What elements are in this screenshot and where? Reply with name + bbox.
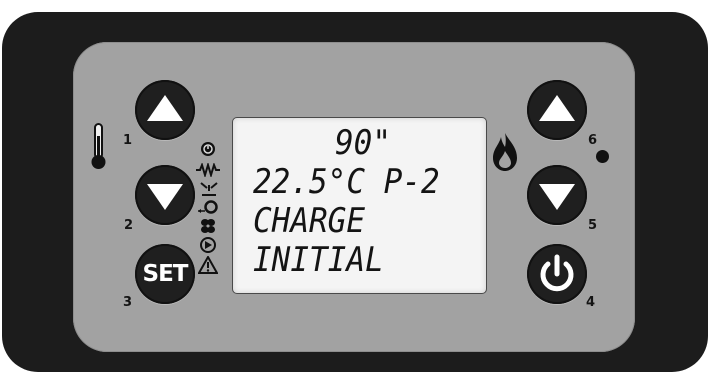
button-number-4: 4 bbox=[586, 295, 596, 310]
button-number-5: 5 bbox=[588, 218, 598, 233]
down-button-left[interactable] bbox=[135, 165, 195, 225]
alarm-triangle-icon bbox=[198, 256, 218, 274]
pump-icon bbox=[200, 237, 216, 253]
spark-icon bbox=[200, 182, 218, 196]
lcd-display: 90" 22.5°C P-2 CHARGE INITIAL bbox=[232, 117, 487, 294]
up-arrow-icon bbox=[539, 95, 575, 121]
ignition-icon bbox=[198, 200, 218, 214]
fan-icon bbox=[201, 219, 215, 233]
down-arrow-icon bbox=[539, 184, 575, 210]
down-arrow-icon bbox=[147, 184, 183, 210]
display-line-status: CHARGE bbox=[253, 201, 365, 241]
button-number-2: 2 bbox=[124, 218, 134, 233]
up-button-left[interactable] bbox=[135, 80, 195, 140]
clock-icon bbox=[201, 142, 215, 156]
thermometer-icon bbox=[91, 123, 106, 169]
button-number-3: 3 bbox=[123, 295, 133, 310]
set-button-label: SET bbox=[142, 261, 189, 287]
display-line-timer: 90" bbox=[335, 123, 391, 163]
up-arrow-icon bbox=[147, 95, 183, 121]
flame-icon bbox=[493, 133, 517, 171]
down-button-right[interactable] bbox=[527, 165, 587, 225]
button-number-1: 1 bbox=[123, 133, 133, 148]
status-led bbox=[596, 150, 609, 163]
power-icon bbox=[540, 254, 574, 292]
heater-resistor-icon bbox=[196, 163, 220, 177]
power-button[interactable] bbox=[527, 244, 587, 304]
display-line-phase: INITIAL bbox=[253, 240, 384, 280]
display-line-temperature: 22.5°C P-2 bbox=[253, 162, 440, 202]
up-button-right[interactable] bbox=[527, 80, 587, 140]
button-number-6: 6 bbox=[588, 133, 598, 148]
set-button[interactable]: SET bbox=[135, 244, 195, 304]
